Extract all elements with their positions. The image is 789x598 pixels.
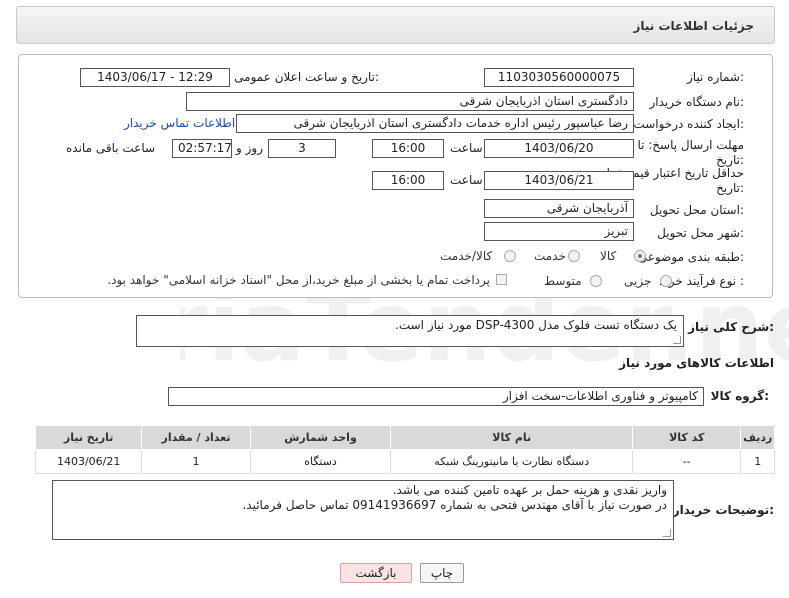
- cell-need-date: 1403/06/21: [34, 449, 143, 474]
- deadline-label-date: تاریخ:: [716, 153, 744, 167]
- table-header-row: ردیف کد کالا نام کالا واحد شمارش تعداد /…: [34, 425, 775, 450]
- print-button[interactable]: چاپ: [420, 563, 464, 583]
- need-number-label: شماره نیاز:: [686, 70, 744, 84]
- col-need-date: تاریخ نیاز: [34, 425, 143, 450]
- validity-time-field: 16:00: [372, 171, 444, 190]
- col-unit: واحد شمارش: [249, 425, 392, 450]
- cell-row-number: 1: [740, 449, 775, 474]
- buyer-notes-label: توضیحات خریدار:: [672, 503, 774, 517]
- resize-handle-icon[interactable]: [673, 336, 681, 344]
- col-row-number: ردیف: [740, 425, 775, 450]
- announce-datetime-field: 1403/06/17 - 12:29: [80, 68, 230, 87]
- goods-table: ردیف کد کالا نام کالا واحد شمارش تعداد /…: [34, 425, 775, 474]
- buyer-notes-line-1: واریز نقدی و هزینه حمل بر عهده تامین کنن…: [392, 483, 667, 497]
- buyer-org-field: دادگستری استان اذربایجان شرقی: [186, 92, 634, 111]
- validity-label-date: تاریخ:: [716, 181, 744, 195]
- table-row: 1 -- دستگاه نظارت یا مانیتورینگ شبکه دست…: [34, 449, 775, 474]
- validity-date-field: 1403/06/21: [484, 171, 634, 190]
- treasury-payment-label: پرداخت تمام یا بخشی از مبلغ خرید،از محل …: [107, 273, 490, 287]
- back-button[interactable]: بازگشت: [340, 563, 412, 583]
- page-title: جزئیات اطلاعات نیاز: [633, 19, 754, 33]
- cell-item-name: دستگاه نظارت یا مانیتورینگ شبکه: [390, 449, 634, 474]
- buyer-notes-textarea: واریز نقدی و هزینه حمل بر عهده تامین کنن…: [52, 480, 674, 540]
- deadline-time-label: ساعت: [450, 141, 483, 155]
- cell-item-code: --: [632, 449, 742, 474]
- cell-quantity: 1: [141, 449, 251, 474]
- col-quantity: تعداد / مقدار: [141, 425, 251, 450]
- announce-label: تاریخ و ساعت اعلان عمومی:: [234, 70, 379, 84]
- requester-label: ایجاد کننده درخواست:: [633, 117, 744, 131]
- description-textarea: یک دستگاه تست فلوک مدل DSP-4300 مورد نیا…: [136, 315, 684, 347]
- buyer-notes-line-2: در صورت نیاز با آقای مهندس فتحی به شماره…: [242, 498, 667, 512]
- category-goods-label: کالا: [600, 249, 617, 263]
- deadline-date-field: 1403/06/20: [484, 139, 634, 158]
- col-item-code: کد کالا: [632, 425, 742, 450]
- city-label: شهر محل تحویل:: [657, 226, 744, 240]
- goods-section-title: اطلاعات کالاهای مورد نیاز: [619, 356, 774, 370]
- province-label: استان محل تحویل:: [649, 203, 744, 217]
- category-service-radio[interactable]: [568, 250, 580, 262]
- process-minor-radio[interactable]: [660, 275, 672, 287]
- buyer-contact-link[interactable]: اطلاعات تماس خریدار: [124, 116, 235, 130]
- remaining-label: ساعت باقی مانده: [66, 141, 156, 155]
- category-both-radio[interactable]: [504, 250, 516, 262]
- category-goods-radio[interactable]: [634, 250, 646, 262]
- description-label: شرح کلی نیاز:: [688, 320, 774, 334]
- goods-group-label: گروه کالا:: [710, 389, 769, 403]
- category-both-label: کالا/خدمت: [440, 249, 493, 263]
- col-item-name: نام کالا: [390, 425, 634, 450]
- province-field: آذربایجان شرقی: [484, 199, 634, 218]
- process-minor-label: جزیی: [624, 274, 652, 288]
- description-text: یک دستگاه تست فلوک مدل DSP-4300 مورد نیا…: [395, 318, 677, 332]
- treasury-payment-checkbox[interactable]: [496, 274, 507, 285]
- process-medium-radio[interactable]: [590, 275, 602, 287]
- days-label: روز و: [236, 141, 263, 155]
- cell-unit: دستگاه: [249, 449, 392, 474]
- buyer-org-label: نام دستگاه خریدار:: [649, 95, 745, 109]
- need-number-field: 1103030560000075: [484, 68, 634, 87]
- days-remaining-field: 3: [268, 139, 336, 158]
- goods-group-field: کامپیوتر و فناوری اطلاعات-سخت افزار: [168, 387, 704, 406]
- process-medium-label: متوسط: [544, 274, 582, 288]
- category-label: طبقه بندی موضوعی:: [637, 250, 744, 264]
- requester-field: رضا عباسپور رئیس اداره خدمات دادگستری اس…: [236, 114, 634, 133]
- remaining-time-field: 02:57:17: [172, 139, 232, 158]
- page-header: جزئیات اطلاعات نیاز: [16, 6, 775, 44]
- resize-handle-icon[interactable]: [663, 529, 671, 537]
- deadline-time-field: 16:00: [372, 139, 444, 158]
- deadline-label: مهلت ارسال پاسخ: تا: [637, 138, 744, 152]
- validity-time-label: ساعت: [450, 173, 483, 187]
- city-field: تبریز: [484, 222, 634, 241]
- category-service-label: خدمت: [534, 249, 566, 263]
